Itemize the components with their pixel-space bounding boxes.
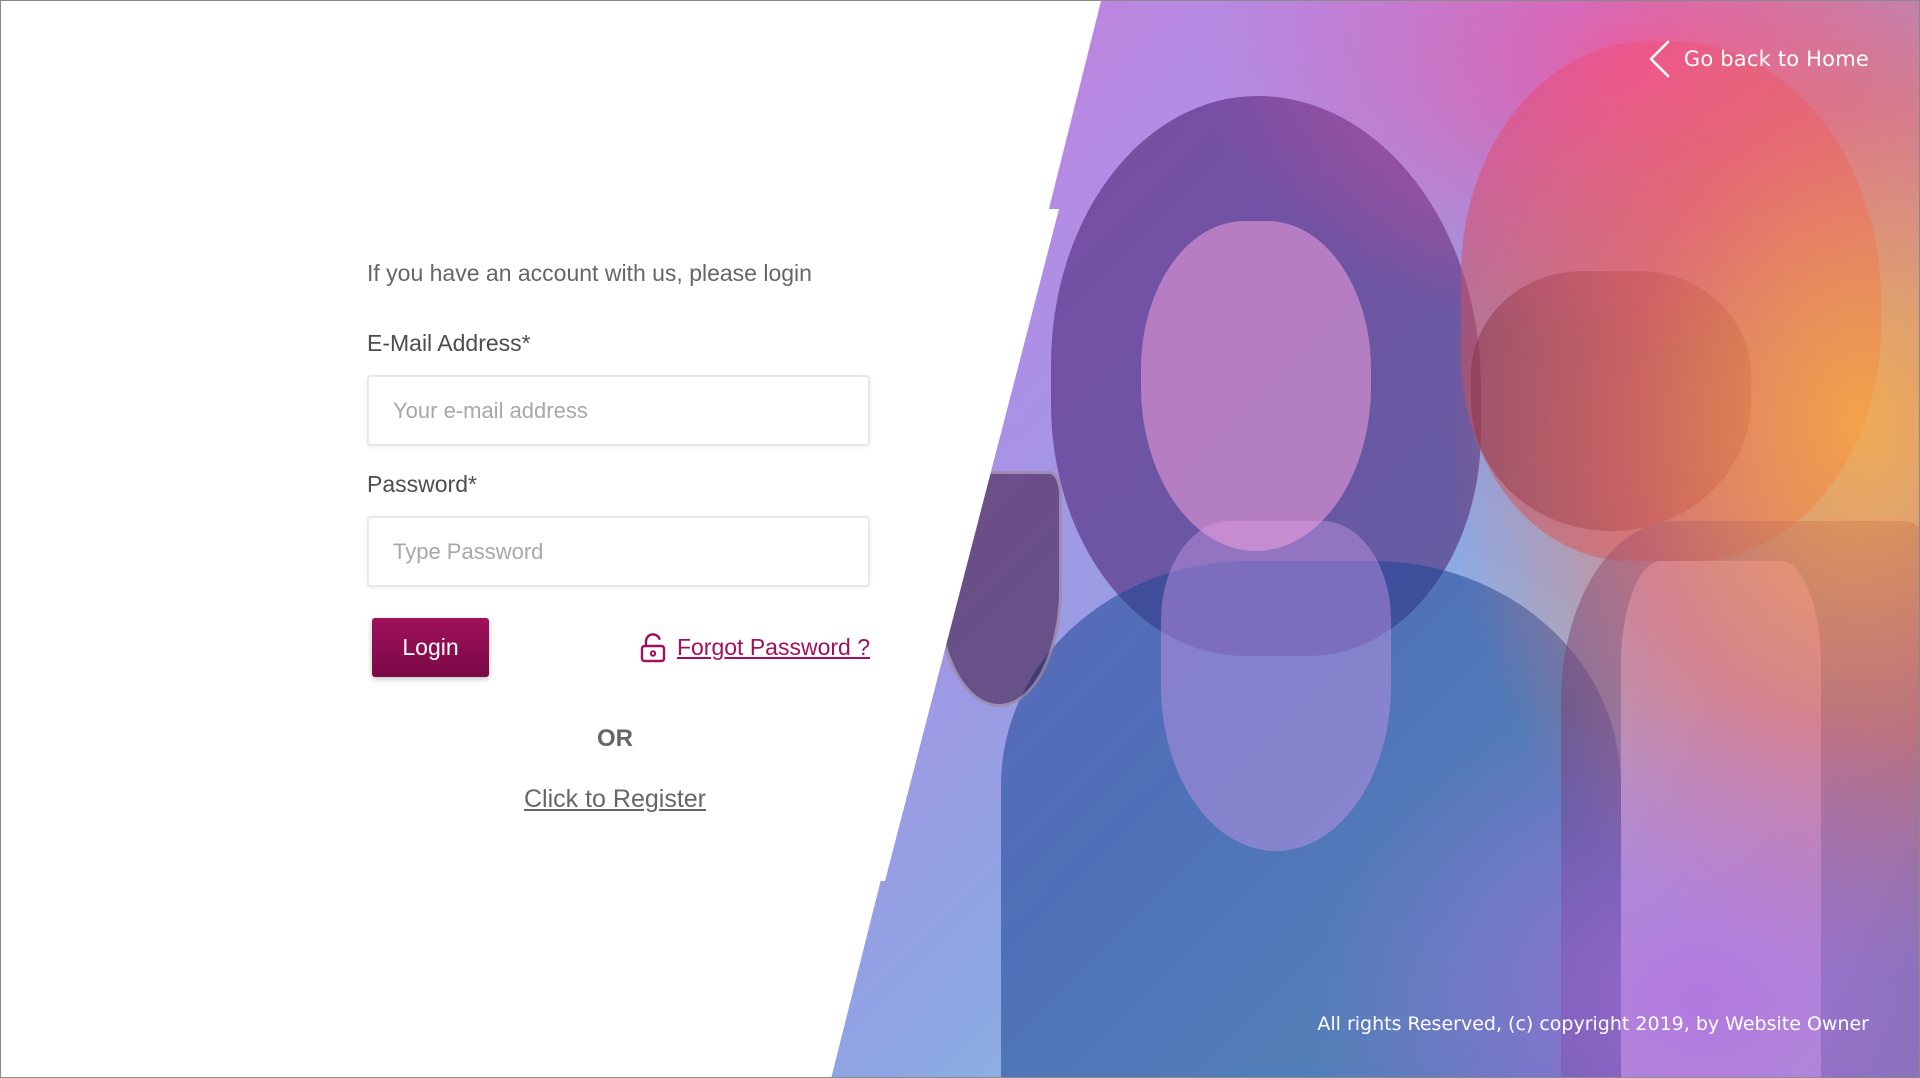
forgot-password-label: Forgot Password ? [676,634,870,660]
copyright-text: All rights Reserved, (c) copyright 2019,… [1317,1013,1869,1035]
go-back-home-label: Go back to Home [1683,47,1869,71]
login-button[interactable]: Login [372,618,489,677]
password-label: Password* [367,471,477,497]
forgot-password-link[interactable]: Forgot Password ? [639,632,870,663]
email-label: E-Mail Address* [367,330,531,356]
login-intro-text: If you have an account with us, please l… [367,260,812,286]
chevron-left-icon [1646,39,1672,79]
or-divider: OR [597,725,633,752]
password-field[interactable] [367,516,870,587]
email-field[interactable] [367,375,870,446]
login-actions: Login Forgot Password ? [367,618,870,677]
unlock-icon [639,632,667,663]
go-back-home-link[interactable]: Go back to Home [1646,39,1869,79]
login-page: Go back to Home If you have an account w… [0,0,1920,1078]
register-link[interactable]: Click to Register [367,785,863,814]
